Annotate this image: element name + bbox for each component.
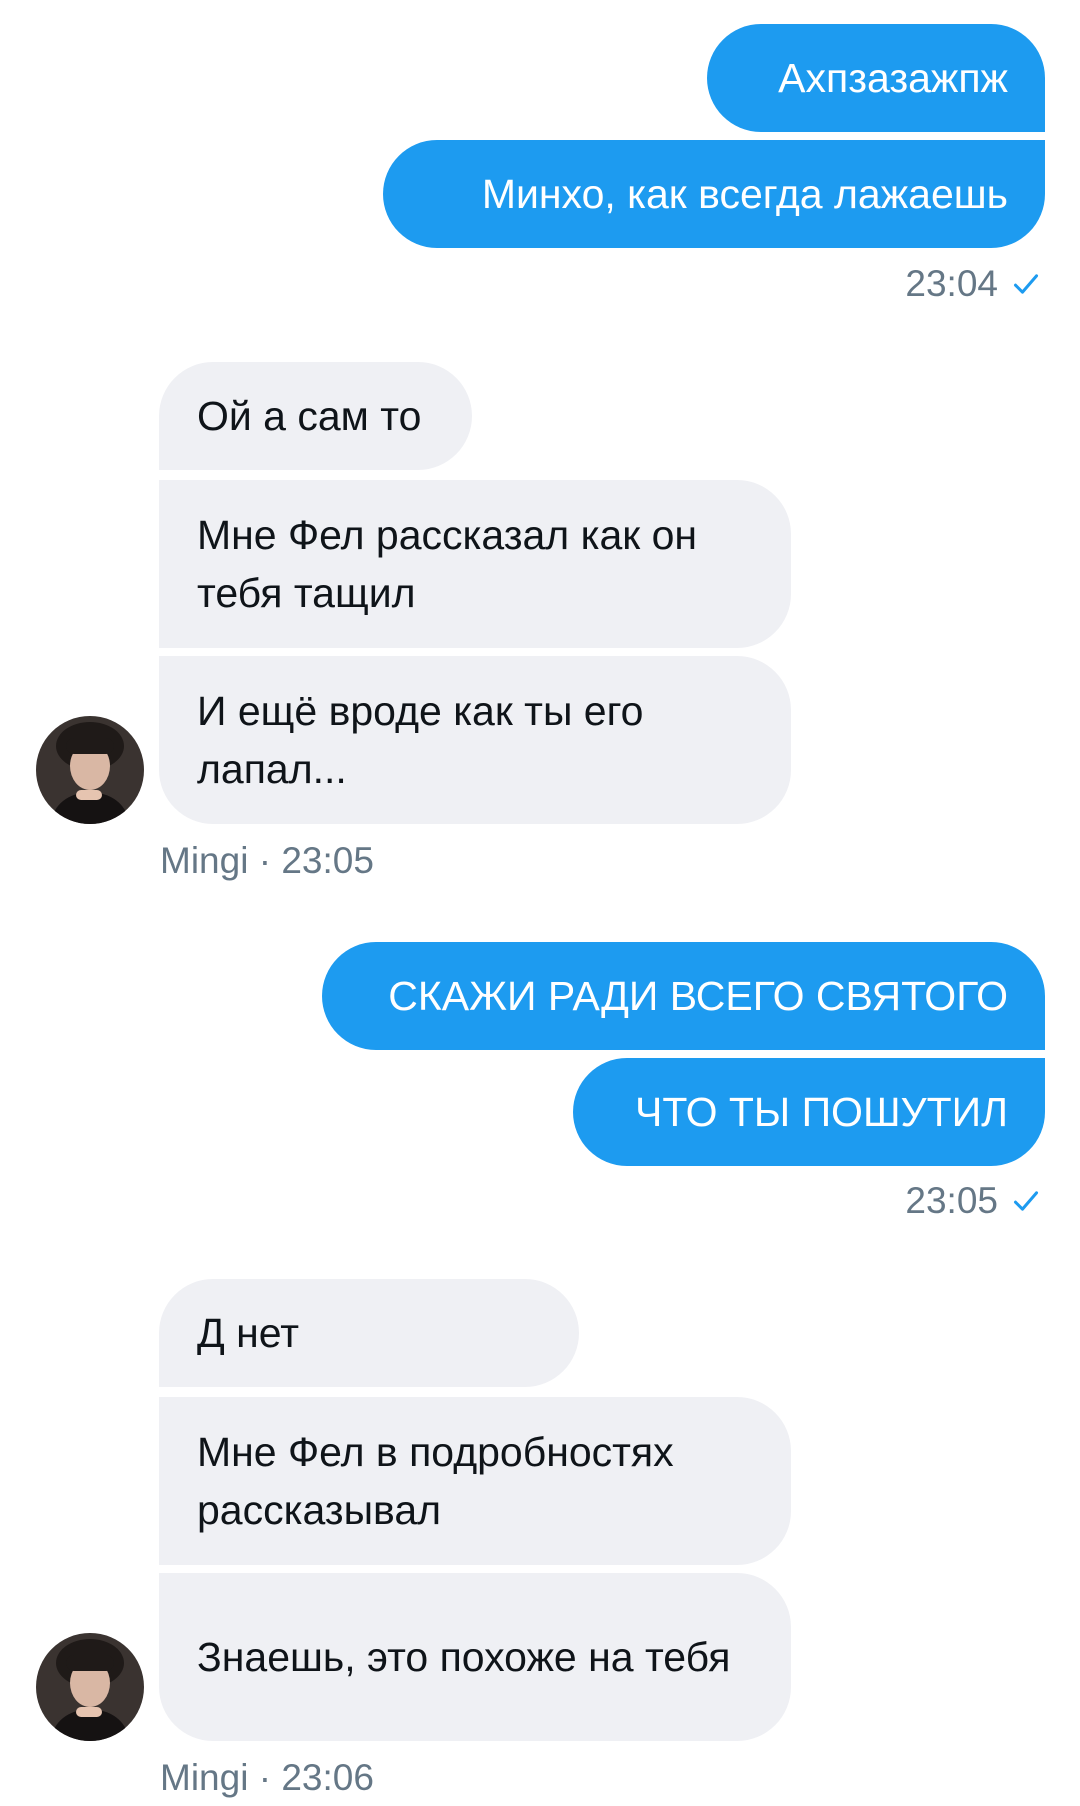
message-text: Мне Фел в подробностях рассказывал [197,1429,674,1533]
message-time: 23:04 [905,263,998,304]
incoming-message[interactable]: Мне Фел рассказал как он тебя тащил [159,480,791,648]
incoming-message[interactable]: Ой а сам то [159,362,472,470]
message-text: Минхо, как всегда лажаешь [481,171,1008,217]
avatar-photo-icon [36,1633,144,1741]
avatar[interactable] [36,1633,144,1741]
incoming-message[interactable]: Д нет [159,1279,579,1387]
incoming-message[interactable]: И ещё вроде как ты его лапал... [159,656,791,824]
incoming-message[interactable]: Знаешь, это похоже на тебя [159,1573,791,1741]
message-meta: Mingi · 23:05 [160,839,374,883]
message-text: Ой а сам то [197,393,422,439]
message-meta: Mingi · 23:06 [160,1756,374,1800]
incoming-message[interactable]: Мне Фел в подробностях рассказывал [159,1397,791,1565]
outgoing-message[interactable]: ЧТО ТЫ ПОШУТИЛ [573,1058,1045,1166]
sender-name: Mingi [160,1757,249,1798]
message-time: 23:05 [905,1180,998,1221]
meta-separator: · [258,1757,272,1798]
sent-check-icon [1013,1191,1039,1211]
outgoing-message[interactable]: СКАЖИ РАДИ ВСЕГО СВЯТОГО [322,942,1045,1050]
message-text: И ещё вроде как ты его лапал... [197,688,644,792]
message-meta: 23:05 [700,1179,1040,1223]
avatar[interactable] [36,716,144,824]
sender-name: Mingi [160,840,249,881]
sent-check-icon [1013,274,1039,294]
message-text: Д нет [197,1310,300,1356]
message-meta: 23:04 [700,262,1040,306]
message-text: Ахпзазажпж [778,55,1008,101]
message-text: Знаешь, это похоже на тебя [197,1634,731,1680]
message-text: ЧТО ТЫ ПОШУТИЛ [635,1089,1008,1135]
avatar-photo-icon [36,716,144,824]
message-text: СКАЖИ РАДИ ВСЕГО СВЯТОГО [388,973,1008,1019]
message-thread: Ахпзазажпж Минхо, как всегда лажаешь 23:… [0,0,1080,1806]
outgoing-message[interactable]: Ахпзазажпж [707,24,1045,132]
meta-separator: · [258,840,272,881]
message-time: 23:05 [281,840,374,881]
message-text: Мне Фел рассказал как он тебя тащил [197,512,698,616]
message-time: 23:06 [281,1757,374,1798]
outgoing-message[interactable]: Минхо, как всегда лажаешь [383,140,1045,248]
